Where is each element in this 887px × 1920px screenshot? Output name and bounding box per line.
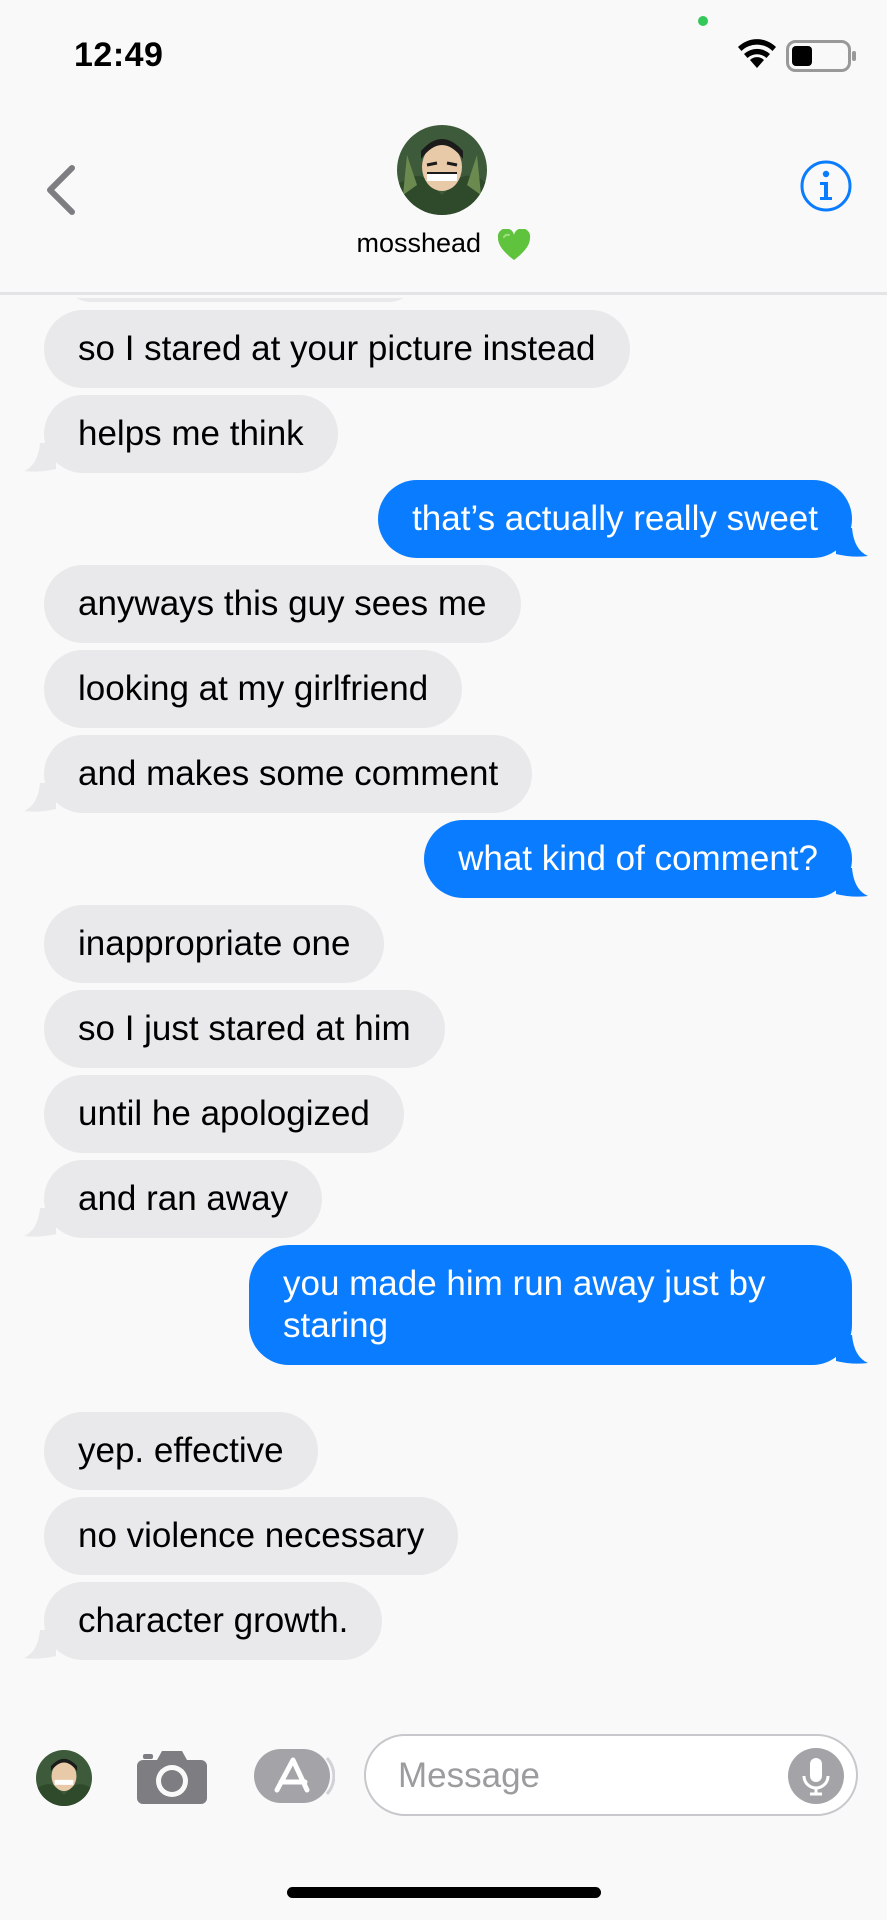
incoming-message-bubble[interactable]: until he apologized (44, 1075, 404, 1153)
avatar-image (36, 1750, 92, 1806)
home-indicator[interactable] (287, 1887, 601, 1898)
incoming-message-bubble[interactable]: and makes some comment (44, 735, 533, 813)
incoming-bubble-tail (24, 1208, 56, 1237)
conversation-header: mosshead (0, 110, 887, 295)
incoming-bubble-tail (24, 1630, 56, 1659)
message-thread[interactable]: so I stared at your picture instead helps… (0, 298, 887, 1718)
incoming-message-bubble[interactable]: so I just stared at him (44, 990, 445, 1068)
outgoing-bubble-tail (836, 528, 868, 557)
message-input[interactable] (398, 1754, 778, 1798)
status-time: 12:49 (74, 36, 164, 74)
contact-name[interactable]: mosshead (0, 228, 887, 261)
status-bar: 12:49 (0, 0, 887, 110)
chevron-left-icon (47, 165, 75, 215)
outgoing-bubble-tail (836, 1335, 868, 1364)
messages-screen: 12:49 mosshead so I stared at your pictu… (0, 0, 887, 1920)
outgoing-bubble-tail (836, 868, 868, 897)
app-store-icon[interactable] (253, 1748, 335, 1804)
incoming-bubble-tail (24, 783, 56, 812)
camera-icon[interactable] (135, 1746, 209, 1806)
memoji-button[interactable] (36, 1750, 92, 1806)
dictation-button[interactable] (788, 1748, 844, 1804)
message-input-field[interactable] (364, 1734, 858, 1816)
outgoing-message-bubble[interactable]: that’s actually really sweet (378, 480, 852, 558)
incoming-message-bubble[interactable]: anyways this guy sees me (44, 565, 521, 643)
outgoing-message-bubble[interactable]: you made him run away just by staring (249, 1245, 852, 1365)
avatar-image (397, 125, 487, 215)
incoming-message-bubble[interactable]: yep. effective (44, 1412, 318, 1490)
wifi-icon (738, 39, 776, 68)
input-bar (0, 1718, 887, 1838)
partial-message-bubble (60, 298, 420, 302)
incoming-message-bubble[interactable]: looking at my girlfriend (44, 650, 463, 728)
info-icon[interactable] (799, 159, 853, 213)
contact-name-text: mosshead (356, 228, 482, 258)
contact-avatar[interactable] (397, 125, 487, 215)
battery-icon (786, 40, 856, 72)
incoming-message-bubble[interactable]: and ran away (44, 1160, 323, 1238)
incoming-message-bubble[interactable]: inappropriate one (44, 905, 385, 983)
camera-indicator-dot (698, 16, 708, 26)
outgoing-message-bubble[interactable]: what kind of comment? (424, 820, 852, 898)
back-button[interactable] (40, 160, 84, 220)
incoming-bubble-tail (24, 443, 56, 472)
microphone-icon (802, 1758, 830, 1796)
incoming-message-bubble[interactable]: no violence necessary (44, 1497, 459, 1575)
green-heart-icon (497, 228, 530, 260)
incoming-message-bubble[interactable]: character growth. (44, 1582, 383, 1660)
incoming-message-bubble[interactable]: helps me think (44, 395, 338, 473)
incoming-message-bubble[interactable]: so I stared at your picture instead (44, 310, 630, 388)
